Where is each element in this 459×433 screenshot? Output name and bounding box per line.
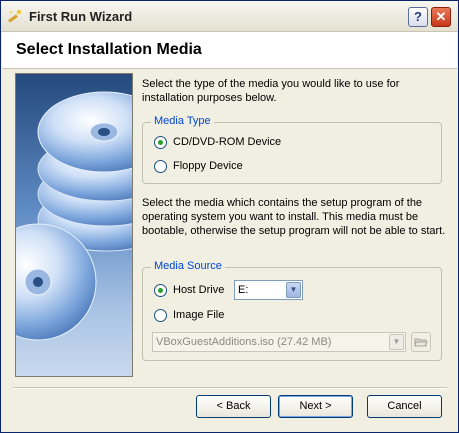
floppy-radio[interactable]: [154, 160, 167, 173]
media-type-group: Media Type CD/DVD-ROM Device Floppy Devi…: [142, 115, 442, 184]
page-title: Select Installation Media: [16, 41, 202, 58]
image-file-value: VBoxGuestAdditions.iso (27.42 MB): [156, 336, 332, 348]
media-source-legend: Media Source: [151, 260, 225, 272]
folder-open-icon: [414, 338, 428, 347]
next-button[interactable]: Next >: [278, 395, 353, 418]
image-file-select[interactable]: VBoxGuestAdditions.iso (27.42 MB) ▼: [152, 332, 406, 352]
back-button[interactable]: < Back: [196, 395, 271, 418]
wizard-illustration: [15, 73, 133, 377]
wizard-wand-icon: [8, 9, 22, 23]
disc-stack-image: [16, 91, 132, 341]
image-file-label[interactable]: Image File: [173, 309, 224, 321]
chevron-down-icon[interactable]: ▼: [389, 334, 404, 350]
media-type-legend: Media Type: [151, 115, 214, 127]
source-text: Select the media which contains the setu…: [142, 197, 446, 237]
intro-text: Select the type of the media you would l…: [142, 78, 400, 104]
host-drive-select[interactable]: E: ▼: [234, 280, 303, 300]
title-bar[interactable]: First Run Wizard ? ✕: [1, 1, 458, 32]
close-button[interactable]: ✕: [431, 7, 451, 27]
host-drive-radio[interactable]: [154, 284, 167, 297]
image-file-radio[interactable]: [154, 309, 167, 322]
window-title: First Run Wizard: [29, 9, 133, 24]
browse-image-button[interactable]: [411, 332, 431, 352]
host-drive-value: E:: [238, 284, 249, 296]
help-button[interactable]: ?: [408, 7, 428, 27]
page-header: Select Installation Media: [2, 32, 457, 69]
button-separator: [13, 387, 447, 389]
cd-dvd-label[interactable]: CD/DVD-ROM Device: [173, 136, 281, 148]
chevron-down-icon[interactable]: ▼: [286, 282, 301, 298]
first-run-wizard-window: First Run Wizard ? ✕ Select Installation…: [0, 0, 459, 433]
cancel-button[interactable]: Cancel: [367, 395, 442, 418]
floppy-label[interactable]: Floppy Device: [173, 160, 243, 172]
cd-dvd-radio[interactable]: [154, 136, 167, 149]
media-source-group: Media Source Host Drive E: ▼ Image File …: [142, 260, 442, 361]
host-drive-label[interactable]: Host Drive: [173, 284, 224, 296]
